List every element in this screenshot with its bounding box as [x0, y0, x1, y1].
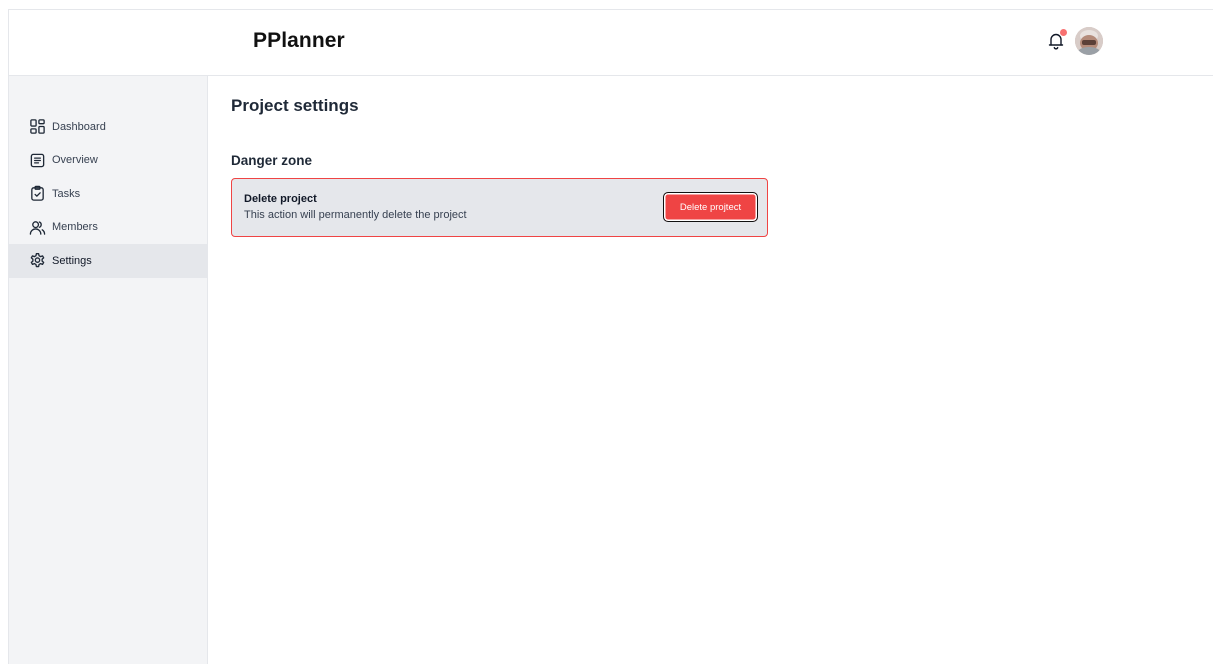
sidebar-item-label: Overview: [52, 154, 98, 167]
sidebar-item-dashboard[interactable]: Dashboard: [9, 110, 207, 144]
app-frame: PPlanner Dashboard Overview Tasks Member…: [8, 9, 1213, 664]
sidebar: Dashboard Overview Tasks Members Setting…: [9, 76, 208, 664]
notification-dot: [1060, 29, 1067, 36]
sidebar-item-label: Members: [52, 221, 98, 234]
sidebar-item-tasks[interactable]: Tasks: [9, 177, 207, 211]
delete-project-button[interactable]: Delete projtect: [663, 192, 758, 222]
sidebar-item-overview[interactable]: Overview: [9, 144, 207, 178]
sidebar-item-label: Dashboard: [52, 120, 106, 133]
members-icon: [29, 220, 46, 235]
danger-zone-card: Delete project This action will permanen…: [231, 178, 768, 237]
dashboard-icon: [30, 119, 45, 135]
top-header: PPlanner: [9, 10, 1213, 76]
avatar[interactable]: [1075, 27, 1103, 55]
danger-zone-heading: Danger zone: [231, 153, 313, 168]
sidebar-item-settings[interactable]: Settings: [9, 244, 207, 278]
sidebar-item-label: Settings: [52, 254, 92, 267]
delete-project-title: Delete project: [244, 193, 317, 205]
tasks-icon: [31, 186, 44, 202]
app-brand: PPlanner: [253, 29, 345, 52]
delete-project-description: This action will permanently delete the …: [244, 209, 467, 221]
overview-icon: [30, 153, 45, 168]
sidebar-item-members[interactable]: Members: [9, 211, 207, 245]
page-title: Project settings: [231, 96, 359, 115]
sidebar-item-label: Tasks: [52, 187, 81, 200]
settings-icon: [30, 253, 45, 268]
